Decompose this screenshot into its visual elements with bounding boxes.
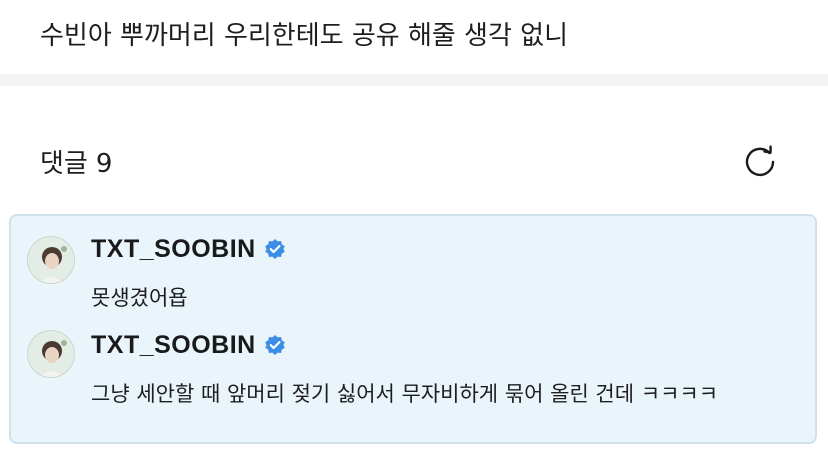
verified-badge-icon bbox=[264, 334, 286, 356]
verified-badge-icon bbox=[264, 238, 286, 260]
refresh-button[interactable] bbox=[738, 142, 782, 186]
avatar[interactable] bbox=[27, 236, 75, 284]
comments-label: 댓글 bbox=[40, 149, 88, 179]
comment-author[interactable]: TXT_SOOBIN bbox=[91, 235, 256, 264]
comment-text: 그냥 세안할 때 앞머리 젖기 싫어서 무자비하게 묶어 올린 건데 ㅋㅋㅋㅋ bbox=[91, 382, 719, 406]
comments-count: 9 bbox=[95, 149, 113, 179]
post-text: 수빈아 뿌까머리 우리한테도 공유 해줄 생각 없니 bbox=[40, 21, 568, 51]
section-divider bbox=[0, 74, 828, 86]
comments-header: 댓글 9 bbox=[0, 86, 828, 212]
comments-title: 댓글 9 bbox=[40, 146, 112, 182]
avatar[interactable] bbox=[27, 330, 75, 378]
post-body: 수빈아 뿌까머리 우리한테도 공유 해줄 생각 없니 bbox=[0, 0, 828, 74]
refresh-icon bbox=[740, 142, 780, 186]
comment-author-row: TXT_SOOBIN bbox=[91, 234, 286, 264]
comment-text: 못생겼어욥 bbox=[91, 286, 188, 310]
comment-author-row: TXT_SOOBIN bbox=[91, 330, 286, 360]
comment-author[interactable]: TXT_SOOBIN bbox=[91, 331, 256, 360]
pinned-comments-card: TXT_SOOBIN 못생겼어욥 TXT_SOOBIN 그냥 세안할 때 앞머리… bbox=[9, 214, 817, 444]
